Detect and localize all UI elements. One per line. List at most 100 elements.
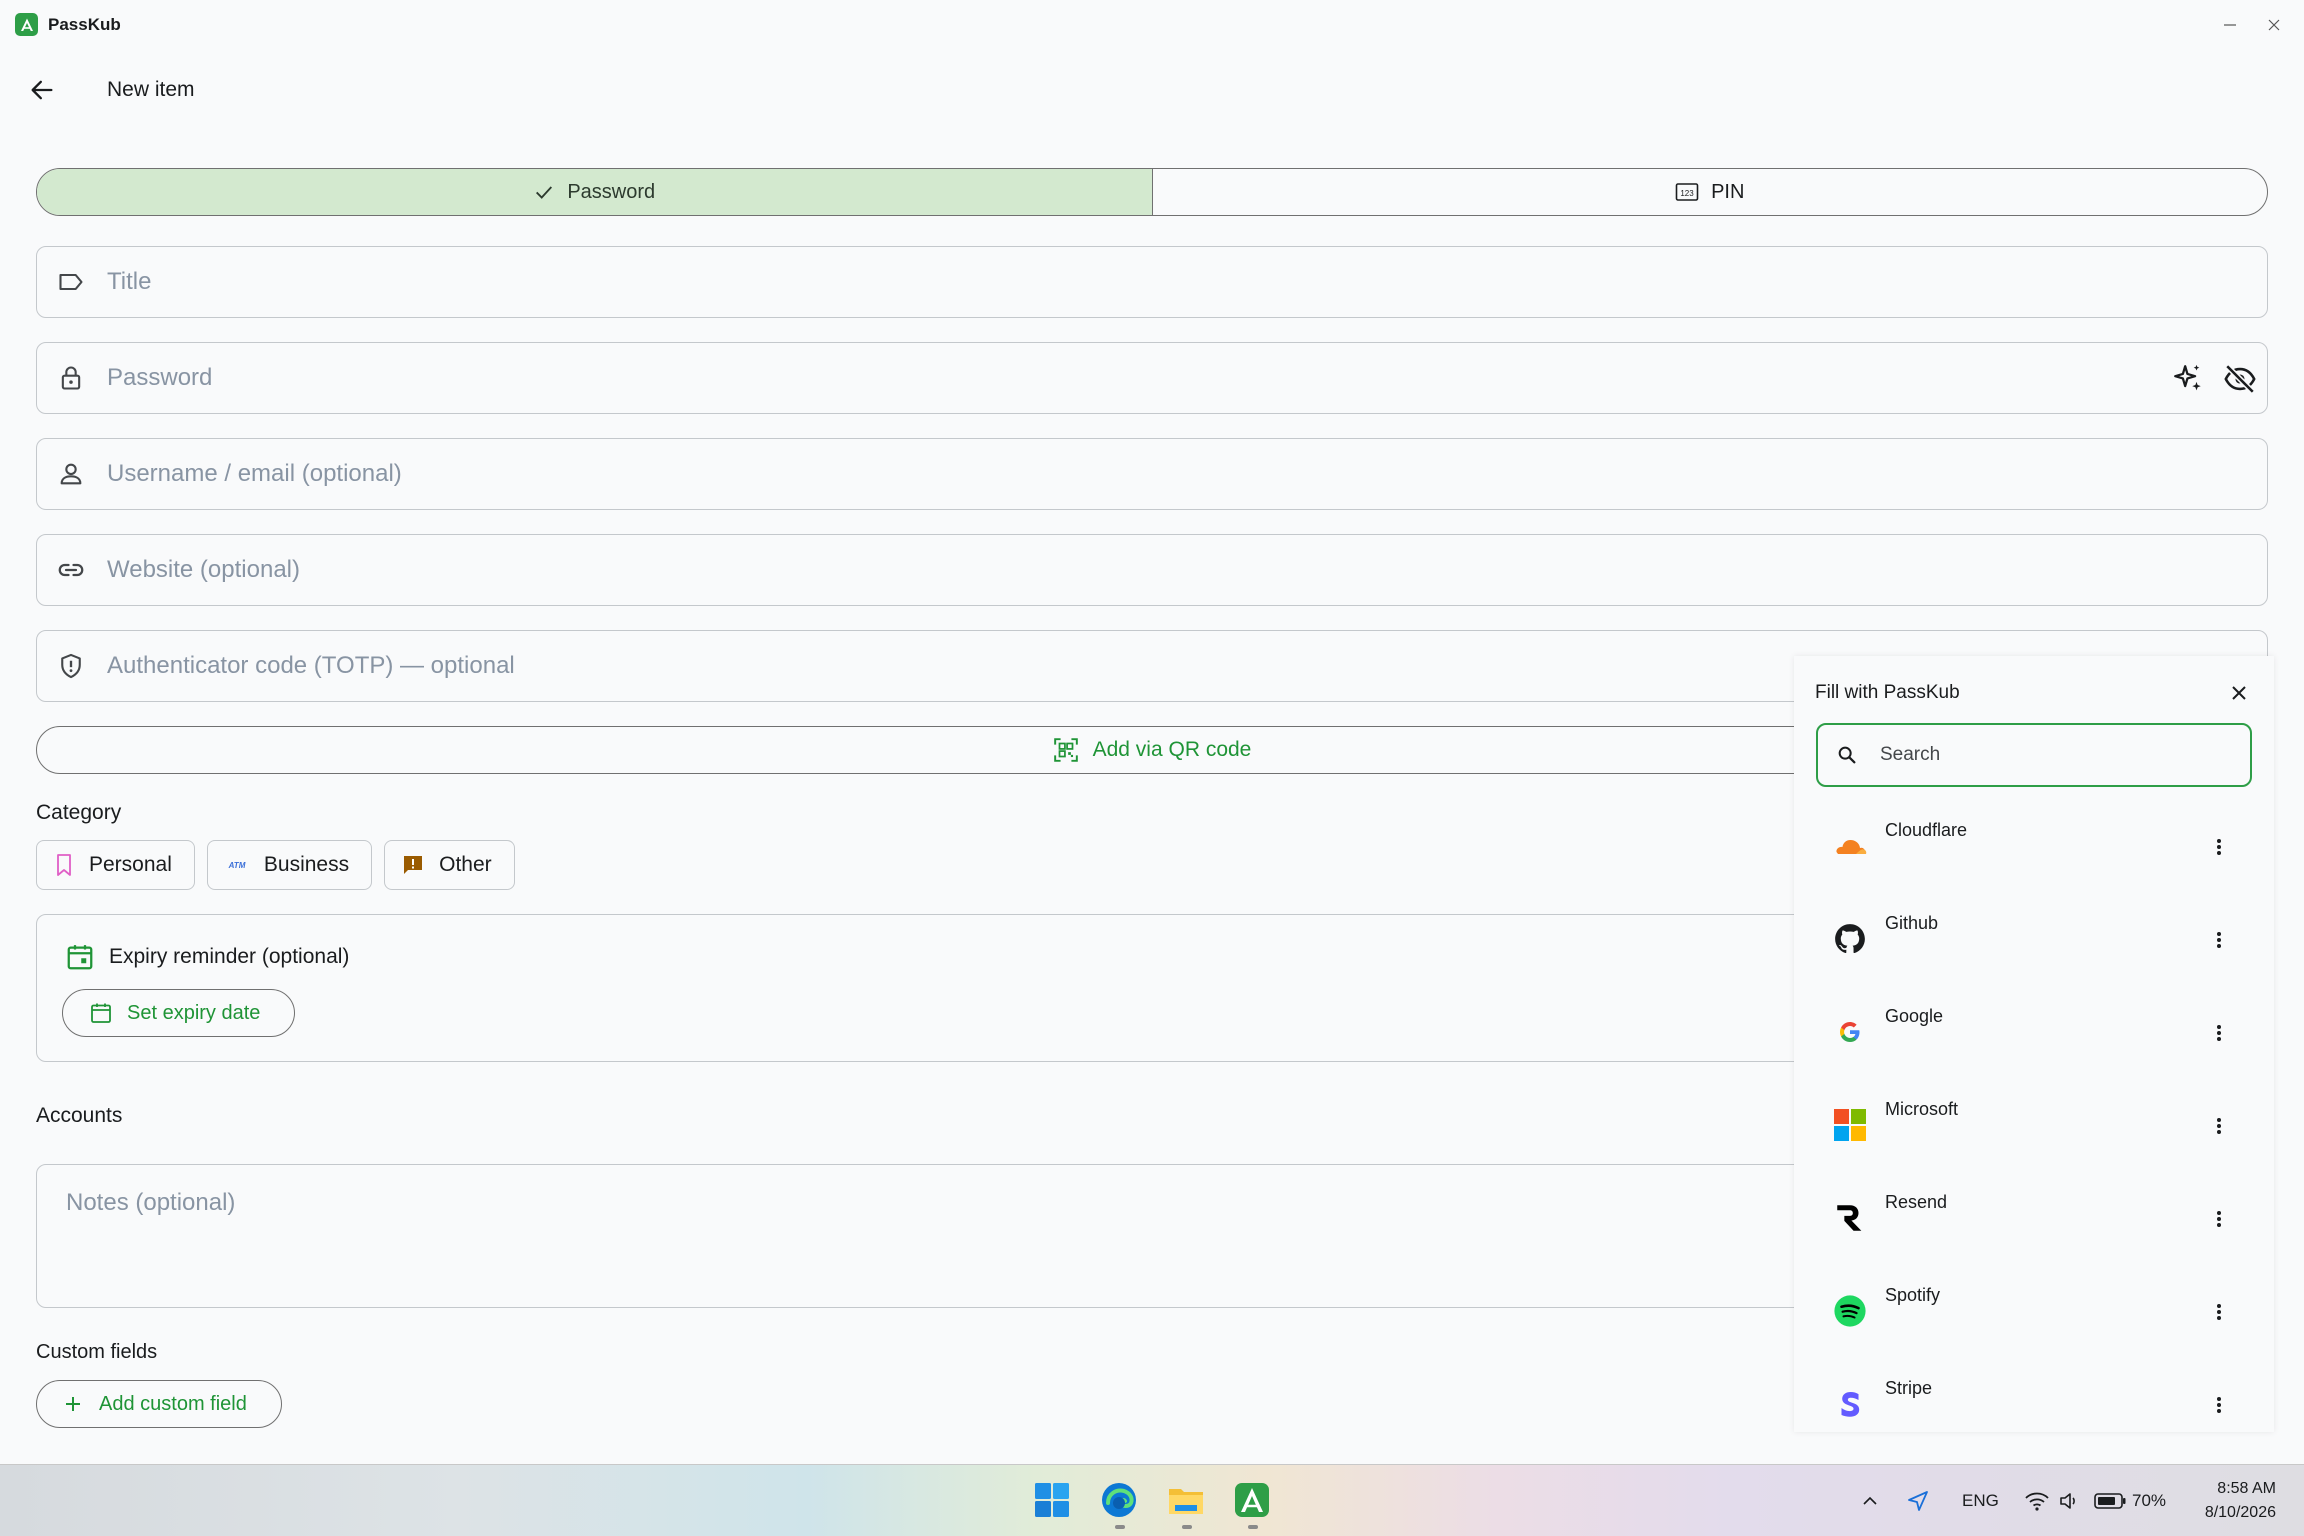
atm-icon: ATM	[228, 861, 246, 870]
plus-icon	[66, 1397, 80, 1411]
calendar-icon	[67, 945, 93, 970]
stripe-icon	[1832, 1386, 1868, 1422]
language-indicator[interactable]: ENG	[1962, 1465, 1999, 1536]
google-icon	[1832, 1014, 1868, 1050]
set-expiry-date-label: Set expiry date	[127, 1001, 261, 1024]
category-chip-label: Business	[263, 853, 350, 876]
running-indicator	[1182, 1525, 1192, 1529]
arrow-left-icon	[31, 80, 53, 100]
password-placeholder: Password	[107, 364, 213, 391]
autofill-item-name: Cloudflare	[1885, 820, 1968, 840]
shield-icon	[41, 652, 101, 680]
autofill-list: Cloudflare Github Google Microsoft Resen…	[1794, 806, 2274, 1457]
generate-password-button[interactable]	[2171, 362, 2205, 396]
volume-icon[interactable]	[2058, 1465, 2082, 1536]
username-field[interactable]: Username / email (optional)	[36, 438, 2268, 510]
clock-time: 8:58 AM	[2217, 1480, 2276, 1497]
tab-pin-label: PIN	[1711, 180, 1745, 203]
username-placeholder: Username / email (optional)	[107, 460, 402, 487]
location-icon[interactable]	[1906, 1465, 1930, 1536]
svg-text:ATM: ATM	[228, 861, 246, 870]
eye-off-icon	[2224, 364, 2256, 394]
tab-password[interactable]: Password	[37, 169, 1153, 215]
search-icon	[1836, 744, 1858, 766]
custom-fields-label: Custom fields	[36, 1341, 158, 1363]
windows-start-icon[interactable]	[1031, 1479, 1073, 1521]
github-icon	[1832, 921, 1868, 957]
dialpad-icon: 123	[1675, 183, 1699, 201]
battery-icon	[2094, 1493, 2126, 1509]
website-placeholder: Website (optional)	[107, 556, 300, 583]
feedback-icon	[404, 856, 423, 874]
autofill-item-stripe[interactable]: Stripe	[1794, 1364, 2274, 1457]
autofill-popup: Fill with PassKub Cloudflare Github	[1794, 656, 2274, 1432]
set-expiry-date-button[interactable]: Set expiry date	[62, 989, 296, 1037]
more-vert-icon[interactable]	[2204, 1204, 2234, 1234]
file-explorer-icon[interactable]	[1165, 1479, 1207, 1521]
autofill-item-spotify[interactable]: Spotify	[1794, 1271, 2274, 1364]
notes-placeholder: Notes (optional)	[66, 1189, 236, 1216]
title-field[interactable]: Title	[36, 246, 2268, 318]
autofill-search-input[interactable]	[1880, 744, 2220, 766]
autofill-item-name: Microsoft	[1885, 1099, 1959, 1119]
toggle-visibility-button[interactable]	[2223, 362, 2257, 396]
category-chip-personal[interactable]: Personal	[36, 840, 195, 890]
back-button[interactable]	[22, 70, 62, 110]
category-chip-other[interactable]: Other	[384, 840, 515, 890]
autofill-item-github[interactable]: Github	[1794, 899, 2274, 992]
category-chip-label: Other	[439, 853, 492, 876]
more-vert-icon[interactable]	[2204, 1018, 2234, 1048]
page-title: New item	[107, 78, 195, 101]
autofill-title: Fill with PassKub	[1815, 682, 1960, 703]
calendar-icon	[91, 1003, 111, 1023]
app-logo-icon	[15, 13, 38, 36]
tray-overflow-icon[interactable]	[1860, 1465, 1880, 1536]
autofill-item-google[interactable]: Google	[1794, 992, 2274, 1085]
category-chip-label: Personal	[89, 853, 172, 876]
minimize-button[interactable]	[2210, 10, 2250, 40]
title-bar: PassKub	[0, 0, 2304, 50]
clock[interactable]: 8:58 AM 8/10/2026	[2205, 1477, 2276, 1525]
autofill-item-resend[interactable]: Resend	[1794, 1178, 2274, 1271]
autofill-item-microsoft[interactable]: Microsoft	[1794, 1085, 2274, 1178]
autofill-close-button[interactable]	[2222, 676, 2256, 710]
tab-password-label: Password	[567, 180, 656, 203]
spotify-icon	[1832, 1293, 1868, 1329]
website-field[interactable]: Website (optional)	[36, 534, 2268, 606]
add-via-qr-label: Add via QR code	[1092, 738, 1252, 761]
expiry-title: Expiry reminder (optional)	[109, 945, 350, 968]
autofill-item-cloudflare[interactable]: Cloudflare	[1794, 806, 2274, 899]
tab-pin[interactable]: 123 PIN	[1153, 169, 2268, 215]
accounts-label: Accounts	[36, 1104, 123, 1127]
more-vert-icon[interactable]	[2204, 1390, 2234, 1420]
label-icon	[41, 268, 101, 296]
microsoft-icon	[1832, 1107, 1868, 1143]
autofill-item-name: Github	[1885, 913, 1939, 933]
cloudflare-icon	[1832, 828, 1868, 864]
more-vert-icon[interactable]	[2204, 832, 2234, 862]
close-icon	[2232, 686, 2246, 700]
clock-date: 8/10/2026	[2204, 1504, 2276, 1521]
more-vert-icon[interactable]	[2204, 1111, 2234, 1141]
passkub-taskbar-icon[interactable]	[1231, 1479, 1273, 1521]
more-vert-icon[interactable]	[2204, 1297, 2234, 1327]
autofill-item-name: Spotify	[1885, 1285, 1941, 1305]
category-label: Category	[36, 801, 122, 824]
more-vert-icon[interactable]	[2204, 925, 2234, 955]
totp-placeholder: Authenticator code (TOTP) — optional	[107, 652, 515, 679]
running-indicator	[1115, 1525, 1125, 1529]
taskbar: ENG 70% 8:58 AM 8/10/2026	[0, 1464, 2304, 1536]
password-field[interactable]: Password	[36, 342, 2268, 414]
autofill-search-box	[1816, 723, 2252, 787]
person-icon	[41, 460, 101, 488]
category-chips: Personal ATM Business Other	[36, 840, 515, 890]
add-custom-field-button[interactable]: Add custom field	[36, 1380, 282, 1428]
wifi-icon[interactable]	[2024, 1465, 2050, 1536]
check-icon	[536, 186, 553, 199]
close-window-button[interactable]	[2254, 10, 2294, 40]
qr-scan-icon	[1053, 738, 1078, 762]
edge-browser-icon[interactable]	[1098, 1479, 1140, 1521]
category-chip-business[interactable]: ATM Business	[206, 840, 373, 890]
title-placeholder: Title	[107, 268, 152, 295]
battery-indicator[interactable]: 70%	[2094, 1465, 2166, 1536]
